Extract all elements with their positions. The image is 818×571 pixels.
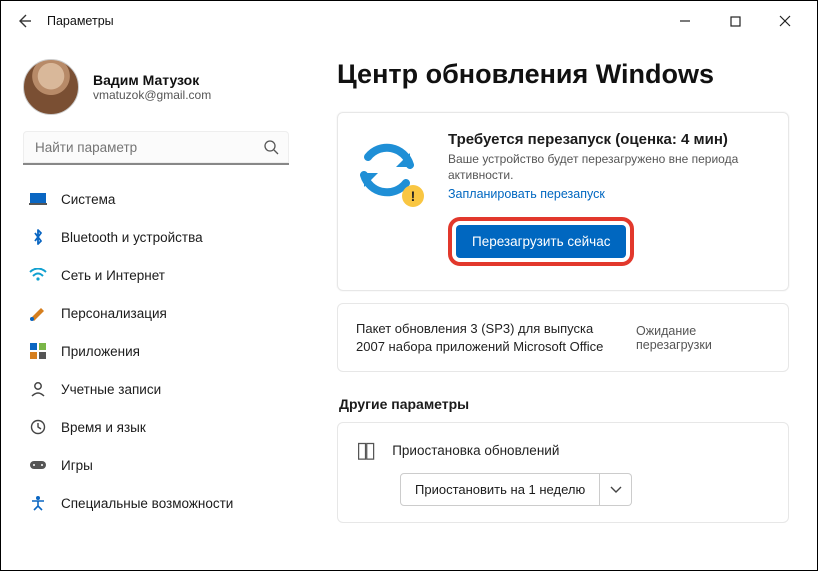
pause-label: Приостановка обновлений [392,443,559,458]
sidebar-item-label: Приложения [61,344,140,359]
sidebar-item-label: Сеть и Интернет [61,268,165,283]
update-item-row[interactable]: Пакет обновления 3 (SP3) для выпуска 200… [337,303,789,372]
back-button[interactable] [7,4,41,38]
pause-select[interactable]: Приостановить на 1 неделю [400,473,770,506]
wifi-icon [29,266,47,284]
gamepad-icon [29,456,47,474]
maximize-button[interactable] [715,6,755,36]
avatar [23,59,79,115]
apps-icon [29,342,47,360]
maximize-icon [730,16,741,27]
sidebar-item-label: Время и язык [61,420,146,435]
window-controls [665,6,811,36]
sidebar-item-label: Система [61,192,115,207]
sidebar-item-time[interactable]: Время и язык [19,409,293,445]
pause-updates-card: ▯▯ Приостановка обновлений Приостановить… [337,422,789,523]
person-icon [29,380,47,398]
sidebar-item-accounts[interactable]: Учетные записи [19,371,293,407]
arrow-left-icon [16,13,32,29]
sidebar-item-bluetooth[interactable]: Bluetooth и устройства [19,219,293,255]
sidebar-item-label: Персонализация [61,306,167,321]
restart-heading: Требуется перезапуск (оценка: 4 мин) [448,131,770,148]
update-item-name: Пакет обновления 3 (SP3) для выпуска 200… [356,320,616,355]
account-name: Вадим Матузок [93,72,211,88]
nav: Система Bluetooth и устройства Сеть и Ин… [19,181,293,521]
app-title: Параметры [47,14,114,28]
minimize-button[interactable] [665,6,705,36]
brush-icon [29,304,47,322]
sidebar-item-label: Игры [61,458,93,473]
sidebar-item-games[interactable]: Игры [19,447,293,483]
sidebar-item-apps[interactable]: Приложения [19,333,293,369]
minimize-icon [679,15,691,27]
warning-badge-icon: ! [402,185,424,207]
sidebar-item-personalization[interactable]: Персонализация [19,295,293,331]
close-button[interactable] [765,6,805,36]
titlebar: Параметры [1,1,817,41]
update-icon: ! [352,135,422,205]
search-icon [263,139,279,155]
sidebar-item-accessibility[interactable]: Специальные возможности [19,485,293,521]
clock-icon [29,418,47,436]
update-item-status: Ожидание перезагрузки [636,324,770,352]
account-email: vmatuzok@gmail.com [93,88,211,102]
sidebar-item-label: Специальные возможности [61,496,233,511]
page-title: Центр обновления Windows [337,59,789,90]
schedule-restart-link[interactable]: Запланировать перезапуск [448,187,605,201]
monitor-icon [29,190,47,208]
accessibility-icon [29,494,47,512]
pause-icon: ▯▯ [356,437,372,463]
restart-card: ! Требуется перезапуск (оценка: 4 мин) В… [337,112,789,291]
sidebar-item-label: Bluetooth и устройства [61,230,203,245]
sidebar-item-label: Учетные записи [61,382,161,397]
close-icon [779,15,791,27]
sidebar-item-system[interactable]: Система [19,181,293,217]
restart-now-button[interactable]: Перезагрузить сейчас [456,225,626,258]
sidebar-item-network[interactable]: Сеть и Интернет [19,257,293,293]
bluetooth-icon [29,228,47,246]
other-params-title: Другие параметры [339,396,789,412]
restart-button-highlight: Перезагрузить сейчас [448,217,634,266]
content: Центр обновления Windows ! Требуется пер… [301,41,817,570]
search-input[interactable] [23,131,289,165]
restart-subtitle: Ваше устройство будет перезагружено вне … [448,152,768,183]
sidebar: Вадим Матузок vmatuzok@gmail.com Система… [1,41,301,570]
account-block[interactable]: Вадим Матузок vmatuzok@gmail.com [19,49,293,131]
pause-select-dropdown[interactable] [600,473,632,506]
pause-select-value[interactable]: Приостановить на 1 неделю [400,473,600,506]
search-box[interactable] [23,131,289,165]
chevron-down-icon [610,486,622,494]
